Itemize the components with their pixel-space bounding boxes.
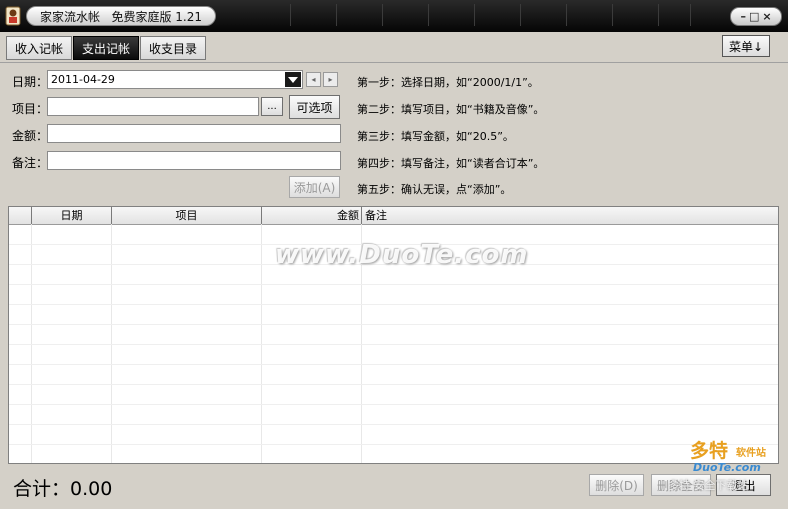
amount-input[interactable]: [47, 124, 341, 143]
restore-icon[interactable]: □: [749, 11, 759, 22]
table-header: 日期 项目 金额 备注: [9, 207, 778, 225]
column-header-item[interactable]: 项目: [112, 207, 262, 224]
step-4: 第四步：填写备注，如“读者合订本”。: [357, 157, 545, 170]
minimize-icon[interactable]: –: [740, 11, 746, 22]
date-label: 日期：: [12, 75, 49, 89]
logo-brand-suffix: 软件站: [736, 448, 766, 459]
item-label: 项目：: [12, 102, 49, 116]
step-5: 第五步：确认无误，点“添加”。: [357, 183, 512, 196]
date-combobox[interactable]: 2011-04-29: [47, 70, 303, 89]
title-bar-stripes: [290, 4, 710, 26]
date-next-button[interactable]: ▸: [323, 72, 338, 87]
step-1: 第一步：选择日期，如“2000/1/1”。: [357, 76, 539, 89]
options-button[interactable]: 可选项: [289, 95, 340, 119]
tab-expense[interactable]: 支出记帐: [73, 36, 139, 60]
column-header-date[interactable]: 日期: [32, 207, 112, 224]
add-button[interactable]: 添加(A): [289, 176, 340, 198]
date-prev-button[interactable]: ◂: [306, 72, 321, 87]
tab-catalog[interactable]: 收支目录: [140, 36, 206, 60]
menu-button[interactable]: 菜单↓: [722, 35, 770, 57]
total-label: 合计：: [13, 478, 71, 500]
total-display: 合计：0.00: [13, 474, 112, 501]
chevron-down-icon[interactable]: [285, 72, 301, 87]
note-label: 备注：: [12, 156, 49, 170]
step-2: 第二步：填写项目，如“书籍及音像”。: [357, 103, 545, 116]
logo-tagline: 多特 安全下载站: [668, 479, 749, 492]
column-header-index[interactable]: [9, 207, 32, 224]
window-title: 家家流水帐 免费家庭版 1.21: [40, 10, 202, 24]
logo-brand: 多特: [690, 440, 729, 462]
close-icon[interactable]: ×: [762, 11, 771, 22]
item-input[interactable]: [47, 97, 259, 116]
logo-site: DuoTe.com: [693, 461, 761, 474]
step-3: 第三步：填写金额，如“20.5”。: [357, 130, 514, 143]
column-header-amount[interactable]: 金额: [262, 207, 362, 224]
amount-label: 金额：: [12, 129, 49, 143]
column-header-note[interactable]: 备注: [362, 207, 778, 224]
watermark-text: www.DuoTe.com: [275, 240, 529, 270]
note-input[interactable]: [47, 151, 341, 170]
window-controls: – □ ×: [730, 7, 782, 26]
title-bar: 家家流水帐 免费家庭版 1.21 – □ ×: [0, 0, 788, 32]
delete-button[interactable]: 删除(D): [589, 474, 644, 496]
app-icon: [5, 6, 21, 26]
browse-button[interactable]: ...: [261, 97, 283, 116]
total-value: 0.00: [70, 478, 113, 500]
tab-income[interactable]: 收入记帐: [6, 36, 72, 60]
